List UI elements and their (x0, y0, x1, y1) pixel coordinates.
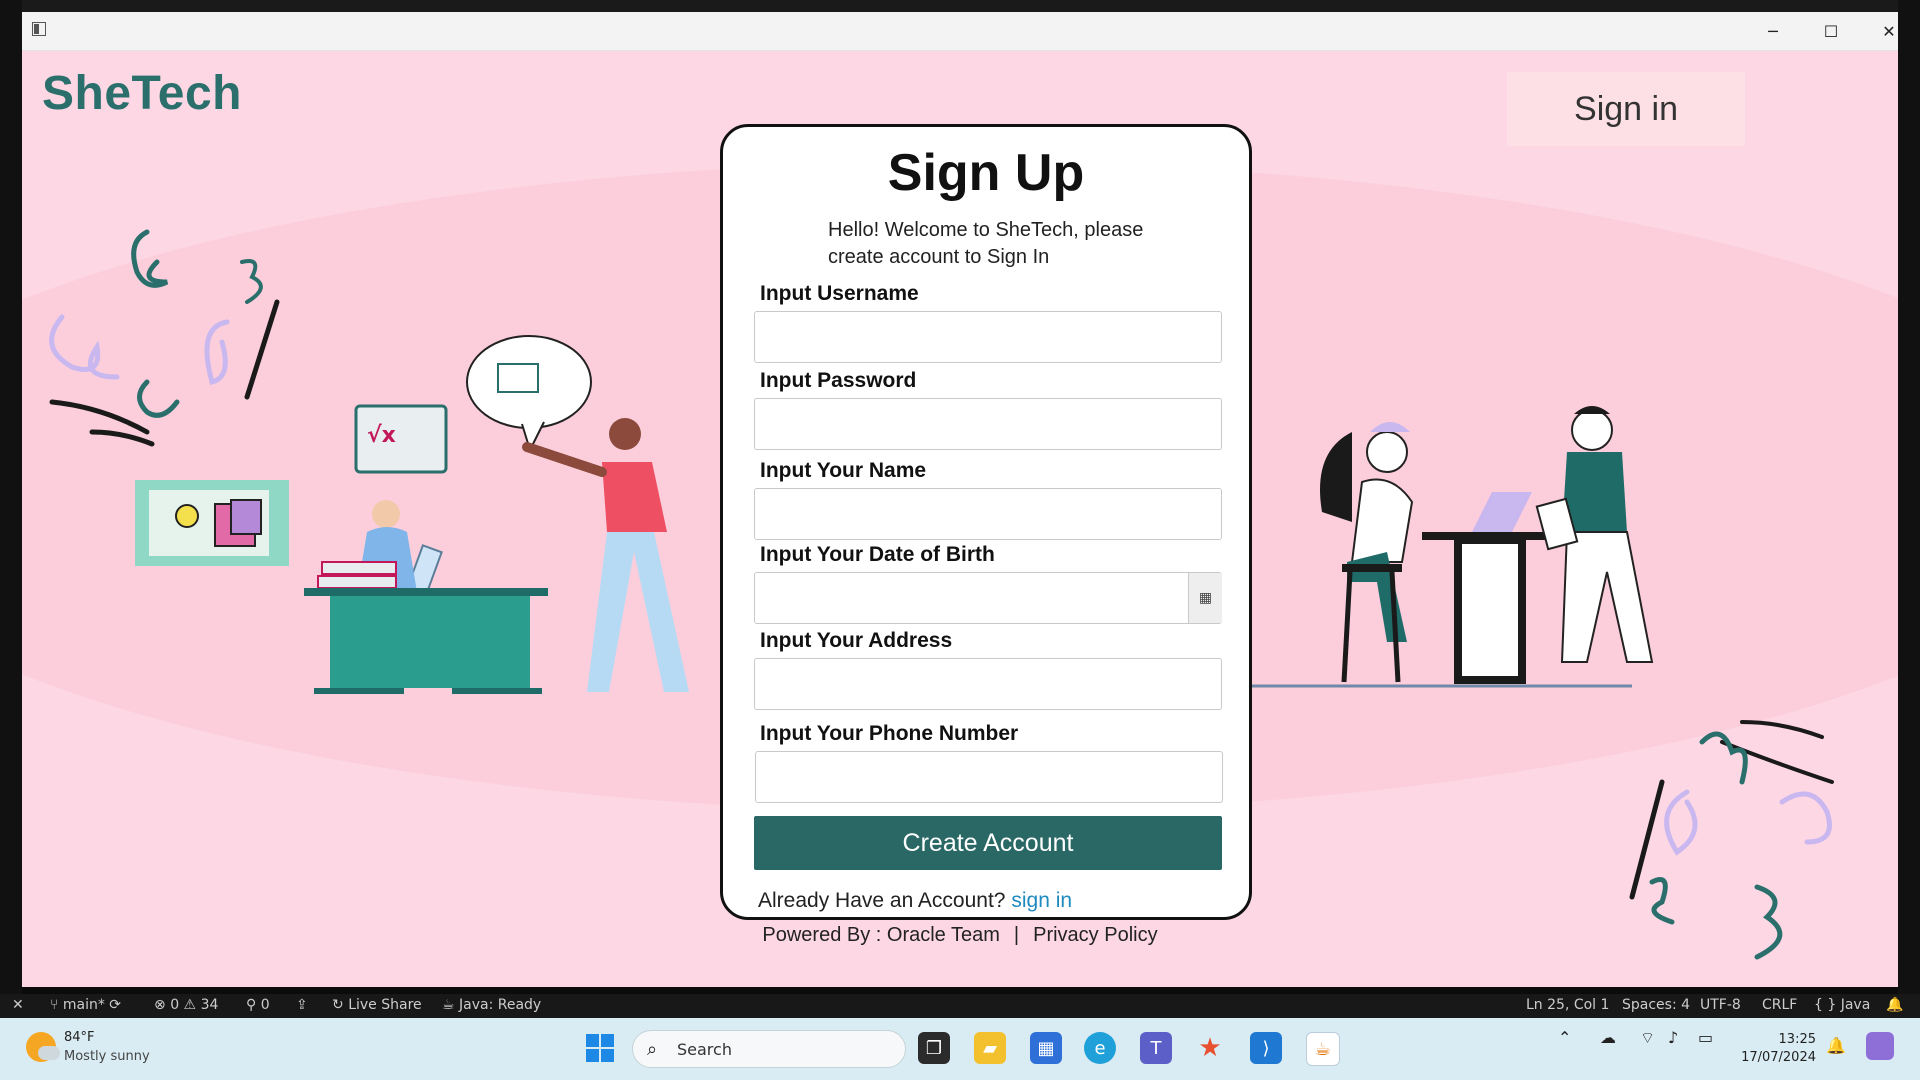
ports-count: 0 (260, 997, 270, 1013)
file-explorer-icon[interactable]: ▰ (974, 1032, 1006, 1064)
address-input[interactable] (754, 658, 1222, 710)
wifi-icon[interactable]: ⌔ (1640, 1028, 1655, 1048)
star-app-icon[interactable]: ★ (1194, 1032, 1226, 1064)
editor-statusbar: ✕ ⑂ main* ⟳ ⊗ 0 ⚠ 34 ⚲ 0 ⇪ ↻ Live Share … (0, 994, 1920, 1018)
search-icon: ⌕ (647, 1039, 658, 1060)
already-account-text: Already Have an Account? (758, 889, 1006, 912)
phone-label: Input Your Phone Number (760, 722, 1019, 745)
dob-label: Input Your Date of Birth (760, 543, 995, 566)
task-view-icon[interactable]: ❐ (918, 1032, 950, 1064)
taskbar: 84°F Mostly sunny ⌕ Search ❐ ▰ ▦ e T ★ ⟩… (0, 1018, 1920, 1080)
decorative-squiggles-right (1629, 720, 1834, 960)
search-placeholder: Search (677, 1040, 732, 1059)
store-icon[interactable]: ▦ (1030, 1032, 1062, 1064)
username-label: Input Username (760, 282, 919, 305)
java-status-label: Java: Ready (459, 997, 542, 1013)
problems-indicator[interactable]: ⊗ 0 ⚠ 34 (154, 997, 218, 1013)
minimize-button[interactable]: ─ (1744, 12, 1802, 50)
signup-subtitle-line1: Hello! Welcome to SheTech, please (828, 219, 1144, 241)
footer-separator: | (1013, 924, 1020, 946)
language-mode[interactable]: { } Java (1814, 997, 1870, 1013)
signin-link[interactable]: sign in (1011, 889, 1072, 912)
already-account-row: Already Have an Account? sign in (758, 889, 1072, 913)
close-button[interactable]: ✕ (1860, 12, 1898, 50)
name-input[interactable] (754, 488, 1222, 540)
signup-subtitle-line2: create account to Sign In (828, 246, 1050, 268)
teams-icon[interactable]: T (1140, 1032, 1172, 1064)
vscode-icon[interactable]: ⟩ (1250, 1032, 1282, 1064)
remote-icon[interactable]: ✕ (12, 997, 24, 1013)
address-label: Input Your Address (760, 629, 953, 652)
warnings-count: 34 (200, 997, 219, 1013)
taskbar-search[interactable]: ⌕ Search (632, 1030, 906, 1068)
idea-board-illustration (135, 480, 289, 566)
start-icon[interactable] (584, 1032, 616, 1064)
cursor-position[interactable]: Ln 25, Col 1 (1526, 997, 1609, 1013)
decorative-squiggles-left (49, 229, 280, 447)
calendar-icon[interactable]: ▦ (1188, 573, 1222, 623)
branch-indicator[interactable]: ⑂ main* ⟳ (50, 997, 121, 1013)
password-label: Input Password (760, 369, 917, 392)
weather-icon[interactable] (26, 1032, 60, 1062)
maximize-button[interactable]: ☐ (1802, 12, 1860, 50)
java-status[interactable]: ☕ Java: Ready (442, 997, 541, 1013)
errors-count: 0 (170, 997, 180, 1013)
app-window-icon (32, 22, 46, 36)
encoding[interactable]: UTF-8 (1700, 997, 1741, 1013)
password-input[interactable] (754, 398, 1222, 450)
battery-icon[interactable]: ▭ (1698, 1028, 1713, 1047)
classroom-illustration: √x (304, 335, 689, 694)
svg-text:√x: √x (367, 423, 396, 448)
onedrive-icon[interactable]: ☁ (1600, 1028, 1616, 1047)
phone-input[interactable] (755, 751, 1223, 803)
dob-input[interactable] (754, 572, 1222, 624)
edge-icon[interactable]: e (1084, 1032, 1116, 1064)
create-account-button[interactable]: Create Account (754, 816, 1222, 870)
ports-indicator[interactable]: ⚲ 0 (246, 997, 270, 1013)
privacy-policy-link[interactable]: Privacy Policy (1033, 924, 1157, 946)
window-titlebar[interactable]: ─ ☐ ✕ (22, 12, 1898, 51)
meeting-illustration (1252, 406, 1654, 688)
clock-date[interactable]: 17/07/2024 (1738, 1050, 1816, 1065)
clock-time[interactable]: 13:25 (1746, 1032, 1816, 1047)
signin-header-button[interactable]: Sign in (1507, 72, 1745, 146)
volume-icon[interactable]: ♪ (1668, 1028, 1678, 1047)
notifications-icon[interactable]: 🔔 (1886, 997, 1903, 1013)
name-label: Input Your Name (760, 459, 927, 482)
notification-bell-icon[interactable]: 🔔 (1826, 1036, 1846, 1055)
desktop-top-edge (0, 0, 1920, 12)
app-window: ─ ☐ ✕ SheTech Sign in √x Sign Up Hello! … (22, 12, 1898, 987)
username-input[interactable] (754, 311, 1222, 363)
line-endings[interactable]: CRLF (1762, 997, 1797, 1013)
brand-logo: SheTech (42, 67, 242, 120)
indentation[interactable]: Spaces: 4 (1622, 997, 1690, 1013)
signup-title: Sign Up (887, 144, 1085, 202)
weather-description[interactable]: Mostly sunny (64, 1049, 150, 1064)
java-app-icon[interactable]: ☕ (1306, 1032, 1340, 1066)
powered-by-text: Powered By : Oracle Team (762, 924, 1000, 946)
branch-name: main* (62, 997, 105, 1013)
signup-subtitle: Hello! Welcome to SheTech, please create… (828, 217, 1168, 271)
weather-temperature[interactable]: 84°F (64, 1030, 95, 1045)
copilot-icon[interactable] (1866, 1032, 1894, 1060)
signup-card: Sign Up Hello! Welcome to SheTech, pleas… (720, 124, 1252, 920)
editor-left-edge (0, 0, 22, 1010)
editor-right-edge (1898, 0, 1920, 1010)
page-footer: Powered By : Oracle Team | Privacy Policy (22, 924, 1898, 947)
deploy-icon[interactable]: ⇪ (296, 997, 308, 1013)
show-hidden-icons[interactable]: ⌃ (1558, 1028, 1571, 1047)
live-share-button[interactable]: ↻ Live Share (332, 997, 422, 1013)
live-share-label: Live Share (348, 997, 422, 1013)
